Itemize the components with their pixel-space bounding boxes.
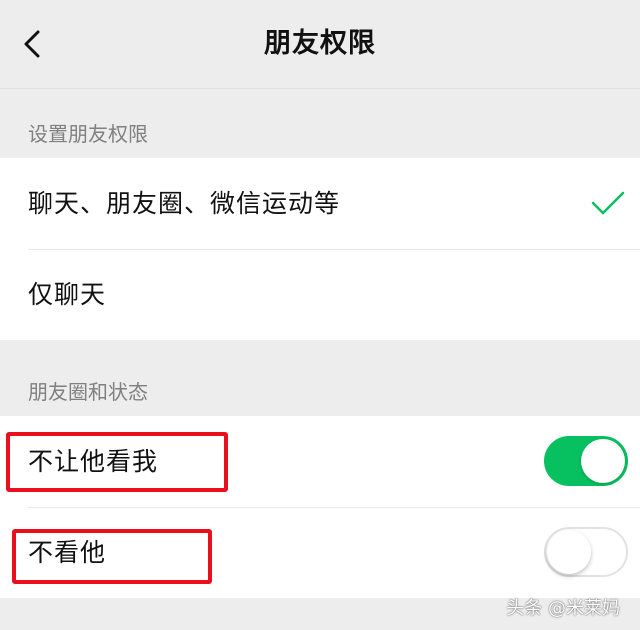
nav-bar: 朋友权限: [0, 0, 640, 89]
hide-their-moments-switch[interactable]: [544, 527, 628, 577]
toggle-label: 不让他看我: [28, 447, 159, 476]
option-label: 仅聊天: [28, 280, 107, 309]
permissions-group: 聊天、朋友圈、微信运动等 仅聊天: [0, 158, 640, 340]
toggle-row-hide-their-moments: 不看他: [0, 507, 640, 598]
switch-knob: [581, 439, 625, 483]
option-chat-only[interactable]: 仅聊天: [0, 249, 640, 340]
section-header-moments: 朋友圈和状态: [28, 380, 148, 404]
option-chat-moments-werun[interactable]: 聊天、朋友圈、微信运动等: [0, 158, 640, 249]
switch-knob: [547, 530, 591, 574]
page-title: 朋友权限: [264, 28, 376, 59]
friend-permissions-screen: 朋友权限 设置朋友权限 聊天、朋友圈、微信运动等 仅聊天 朋友圈和状态 不让他看…: [0, 0, 640, 630]
toggle-label: 不看他: [28, 538, 107, 567]
watermark: 头条 @米莱妈: [506, 598, 620, 619]
hide-my-moments-switch[interactable]: [544, 436, 628, 486]
checkmark-icon: [591, 191, 625, 215]
toggle-row-hide-my-moments: 不让他看我: [0, 416, 640, 507]
option-label: 聊天、朋友圈、微信运动等: [28, 189, 341, 218]
section-header-permissions: 设置朋友权限: [28, 122, 148, 146]
moments-group: 不让他看我 不看他: [0, 416, 640, 598]
